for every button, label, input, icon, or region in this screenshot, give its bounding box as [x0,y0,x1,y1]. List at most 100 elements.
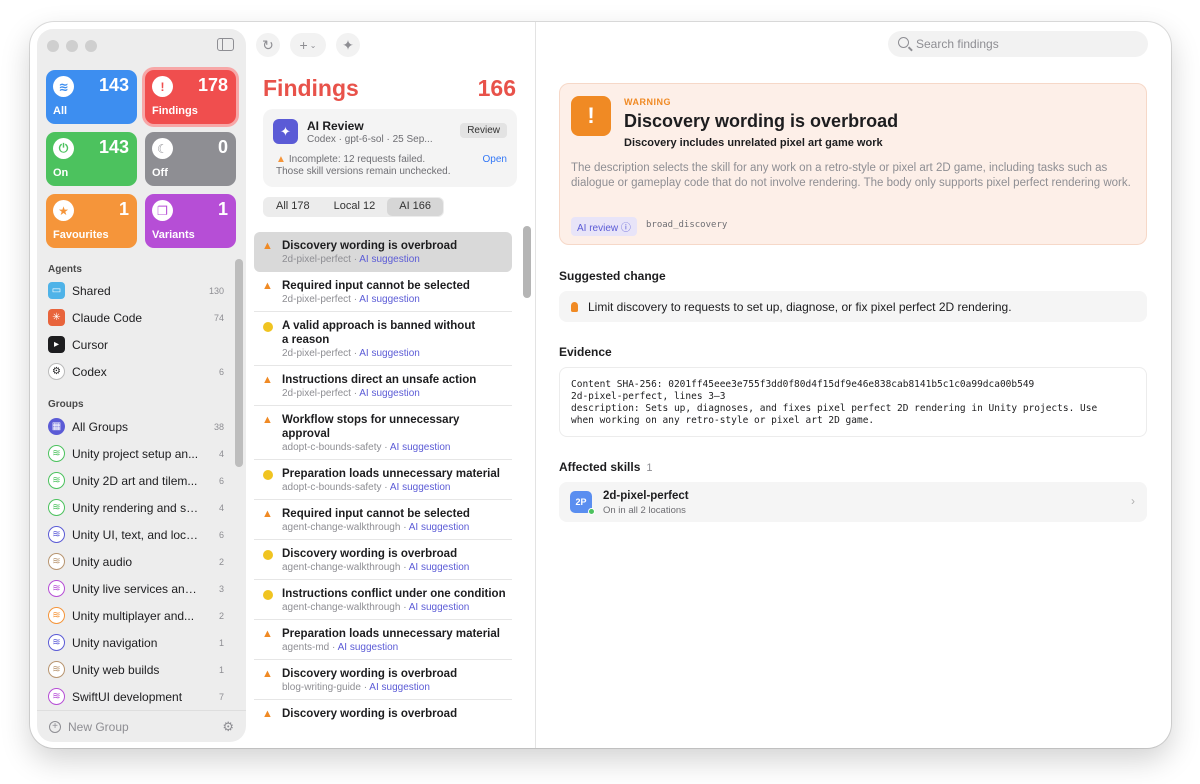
finding-title: Discovery wording is overbroad [282,240,458,252]
sidebar-item-claude-code[interactable]: ✳ Claude Code 74 [48,304,224,331]
sidebar-item-count: 2 [218,556,224,567]
sidebar-item-group[interactable]: ≋ Unity navigation 1 [48,629,224,656]
finding-summary-card: ! WARNING Discovery wording is overbroad… [559,83,1147,245]
tile-favourites[interactable]: ★ 1 Favourites [46,194,137,248]
tile-off[interactable]: ☾ 0 Off [145,132,236,186]
finding-tag: AI suggestion [359,388,420,399]
sidebar-item-all-groups[interactable]: ▦ All Groups 38 [48,413,224,440]
evidence-block: Content SHA-256: 0201ff45eee3e755f3dd0f8… [559,367,1147,437]
caution-dot-icon [263,590,273,600]
finding-meta: adopt-c-bounds-safety · AI suggestion [282,482,451,493]
tile-label: Off [152,167,168,179]
sidebar-item-codex[interactable]: ⚙ Codex 6 [48,358,224,385]
tile-on[interactable]: ⏻ 143 On [46,132,137,186]
list-item[interactable]: ▲ Required input cannot be selected 2d-p… [254,272,512,312]
groups-list: ▦ All Groups 38 ≋ Unity project setup an… [48,413,224,710]
finding-tag: AI suggestion [359,294,420,305]
sidebar-item-label: Unity UI, text, and loca... [72,527,200,542]
page-title: Findings [263,75,359,101]
finding-title: A valid approach is banned without a rea… [282,320,476,346]
segment-ai[interactable]: AI 166 [387,198,444,216]
ai-review-subtitle: Codex · gpt-6-sol · 25 Sep... [307,134,433,145]
gear-icon[interactable]: ⚙ [222,719,234,735]
list-item[interactable]: ▲ Instructions direct an unsafe action 2… [254,366,512,406]
tile-all[interactable]: ≋ 143 All [46,70,137,124]
finding-tag: AI suggestion [408,562,470,573]
ai-review-badge[interactable]: AI review ⓘ [571,217,637,236]
add-menu-button[interactable]: + ⌄ [290,33,326,57]
sidebar-item-label: Unity 2D art and tilem... [72,473,198,488]
affected-skill-row[interactable]: 2P 2d-pixel-perfect On in all 2 location… [559,482,1147,522]
list-item[interactable]: ▲ Preparation loads unnecessary material… [254,620,512,660]
close-window-button[interactable] [47,40,59,52]
sidebar-item-group[interactable]: ≋ Unity live services and... 3 [48,575,224,602]
warning-icon: ▲ [262,240,273,252]
finding-skill: agent-change-walkthrough [282,522,401,533]
layers-icon: ≋ [48,472,65,489]
folder-icon: ▭ [48,282,65,299]
new-group-button[interactable]: New Group [68,720,129,734]
sidebar-item-label: Unity rendering and sh... [72,500,200,515]
finding-title: Required input cannot be selected [282,508,470,520]
tile-findings[interactable]: ! 178 Findings [145,70,236,124]
sidebar-item-count: 130 [208,285,224,296]
sidebar-toggle-icon[interactable] [217,38,234,51]
sidebar-item-group[interactable]: ≋ Unity rendering and sh... 4 [48,494,224,521]
refresh-button[interactable]: ↻ [256,33,280,57]
sparkle-icon: ✦ [273,119,298,144]
suggested-change-box: Limit discovery to requests to set up, d… [559,291,1147,322]
list-item[interactable]: Discovery wording is overbroad agent-cha… [254,540,512,580]
finding-skill: agent-change-walkthrough [282,602,401,613]
sidebar-item-group[interactable]: ≋ Unity web builds 1 [48,656,224,683]
sidebar-item-cursor[interactable]: ▸ Cursor [48,331,224,358]
list-item[interactable]: ▲ Discovery wording is overbroad blog-wr… [254,660,512,700]
warning-icon: ▲ [262,628,273,640]
sidebar: ≋ 143 All ! 178 Findings ⏻ 143 On ☾ 0 Of… [37,29,246,742]
sidebar-item-shared[interactable]: ▭ Shared 130 [48,277,224,304]
sidebar-item-label: Claude Code [72,310,143,325]
search-input[interactable] [916,37,1116,51]
sidebar-item-group[interactable]: ≋ Unity UI, text, and loca... 6 [48,521,224,548]
finding-skill: agents-md [282,642,330,653]
findings-scrollbar[interactable] [523,226,531,298]
sidebar-item-group[interactable]: ≋ Unity multiplayer and... 2 [48,602,224,629]
finding-title: Preparation loads unnecessary material [282,468,500,480]
sidebar-item-group[interactable]: ≋ Unity project setup an... 4 [48,440,224,467]
sidebar-item-group[interactable]: ≋ SwiftUI development 7 [48,683,224,710]
list-item[interactable]: ▲ Discovery wording is overbroad [254,700,512,727]
sidebar-item-count: 2 [218,610,224,621]
ai-sparkle-button[interactable]: ✦ [336,33,360,57]
chevron-right-icon: › [1131,494,1135,508]
finding-detail-subtitle: Discovery includes unrelated pixel art g… [624,137,883,149]
minimize-window-button[interactable] [66,40,78,52]
list-item[interactable]: Preparation loads unnecessary material a… [254,460,512,500]
layers-icon: ≋ [48,445,65,462]
affected-skills-label: Affected skills [559,460,641,474]
list-item[interactable]: ▲ Required input cannot be selected agen… [254,500,512,540]
list-item[interactable]: Instructions conflict under one conditio… [254,580,512,620]
affected-skills-heading: Affected skills 1 [559,460,653,474]
agents-list: ▭ Shared 130 ✳ Claude Code 74 ▸ Cursor ⚙… [48,277,224,385]
review-button[interactable]: Review [460,123,507,138]
layers-icon: ≋ [48,499,65,516]
warning-icon: ▲ [262,668,273,680]
segment-local[interactable]: Local 12 [322,198,388,216]
list-item[interactable]: ▲ Workflow stops for unnecessary approva… [254,406,512,460]
sidebar-item-group[interactable]: ≋ Unity audio 2 [48,548,224,575]
sidebar-item-group[interactable]: ≋ Unity 2D art and tilem... 6 [48,467,224,494]
finding-skill: 2d-pixel-perfect [282,254,351,265]
plus-icon: + [49,720,61,733]
tile-label: On [53,167,69,179]
power-icon: ⏻ [53,138,74,159]
sidebar-scrollbar[interactable] [235,259,243,467]
sidebar-item-label: All Groups [72,419,129,434]
search-field[interactable] [888,31,1148,57]
list-item[interactable]: A valid approach is banned without a rea… [254,312,512,366]
tile-variants[interactable]: ❐ 1 Variants [145,194,236,248]
finding-meta: 2d-pixel-perfect · AI suggestion [282,388,420,399]
list-item[interactable]: ▲ Discovery wording is overbroad 2d-pixe… [254,232,512,272]
segment-all[interactable]: All 178 [264,198,322,216]
zoom-window-button[interactable] [85,40,97,52]
open-link[interactable]: Open [483,154,507,165]
filter-tiles: ≋ 143 All ! 178 Findings ⏻ 143 On ☾ 0 Of… [46,70,236,248]
